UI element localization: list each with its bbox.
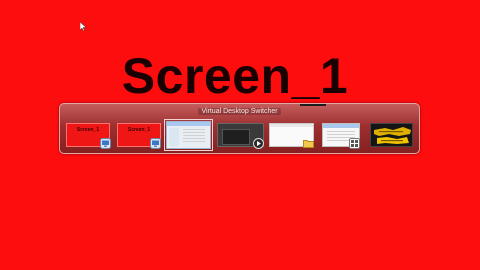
- desktop-monitor-icon: [150, 138, 161, 149]
- thumbnail-label: Screen_1: [76, 127, 100, 133]
- switcher-caption: Virtual Desktop Switcher: [60, 108, 419, 116]
- window-content: [222, 129, 250, 145]
- app-grid-icon: [349, 138, 360, 149]
- thumbnail-label: Screen_1: [127, 127, 151, 133]
- window-titlebar: [323, 124, 359, 128]
- desktop-thumbnail-7[interactable]: [370, 123, 413, 147]
- window-titlebar: [167, 122, 210, 126]
- desktop-thumbnail-3[interactable]: [164, 119, 213, 151]
- switcher-caption-text: Virtual Desktop Switcher: [198, 108, 281, 115]
- window-titlebar: [270, 124, 313, 127]
- mouse-cursor-icon: [80, 22, 86, 31]
- desktop-switcher-panel[interactable]: Virtual Desktop Switcher Screen_1 Screen…: [59, 103, 420, 154]
- game-artwork: [371, 124, 412, 146]
- window-sidebar: [169, 128, 179, 146]
- selection-indicator: [300, 104, 326, 106]
- desktop-monitor-icon: [100, 138, 111, 149]
- window-content: [180, 127, 208, 144]
- folder-icon: [303, 140, 314, 148]
- media-player-icon: [253, 138, 264, 149]
- desktop-title: Screen_1: [121, 48, 349, 104]
